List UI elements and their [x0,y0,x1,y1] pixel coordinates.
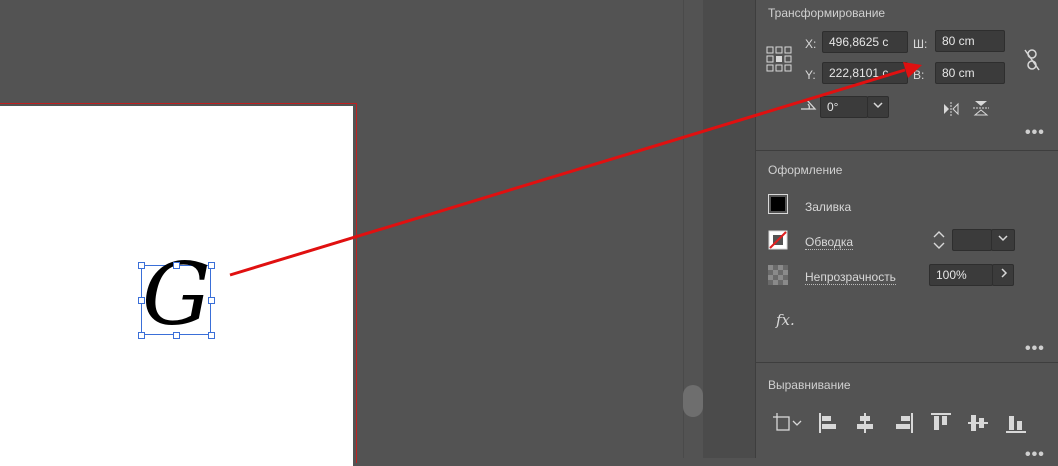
stroke-weight-stepper[interactable] [929,228,949,252]
chevron-down-icon [873,102,883,109]
stroke-weight-dropdown[interactable] [991,229,1015,251]
transform-title: Трансформирование [768,6,886,20]
align-more-icon[interactable]: ••• [1025,446,1045,464]
height-field[interactable]: 80 cm [935,62,1005,84]
align-top-icon[interactable] [930,412,952,434]
stroke-label[interactable]: Обводка [805,235,854,250]
transform-more-icon[interactable]: ••• [1025,124,1045,142]
align-to-icon[interactable] [772,412,804,434]
opacity-field[interactable]: 100% [929,264,993,286]
handle-br[interactable] [208,332,215,339]
align-horizontal-center-icon[interactable] [855,412,875,434]
handle-bc[interactable] [173,332,180,339]
align-title: Выравнивание [768,378,851,392]
align-bottom-icon[interactable] [1005,412,1027,434]
selected-glyph[interactable]: G [141,252,211,338]
handle-tl[interactable] [138,262,145,269]
chevron-down-icon [998,235,1008,242]
handle-mr[interactable] [208,297,215,304]
panel-gutter [703,0,755,458]
width-label: Ш: [913,37,928,51]
align-right-icon[interactable] [894,412,914,434]
handle-bl[interactable] [138,332,145,339]
stroke-weight-field[interactable] [952,229,992,251]
y-field[interactable]: 222,8101 с [822,62,908,84]
align-left-icon[interactable] [818,412,838,434]
fill-swatch[interactable] [768,194,788,214]
flip-vertical-icon[interactable] [972,99,990,117]
divider [755,362,1058,363]
x-field[interactable]: 496,8625 с [822,31,908,53]
flip-horizontal-icon[interactable] [942,101,960,117]
opacity-expand[interactable] [992,264,1014,286]
width-field[interactable]: 80 cm [935,30,1005,52]
constrain-proportions-icon[interactable] [1022,48,1042,72]
appearance-title: Оформление [768,163,843,177]
height-label: В: [913,68,925,82]
scrollbar-thumb[interactable] [683,385,703,417]
appearance-more-icon[interactable]: ••• [1025,340,1045,358]
chevron-right-icon [1001,268,1008,278]
x-label: X: [805,37,817,51]
opacity-icon [768,265,788,285]
handle-ml[interactable] [138,297,145,304]
effects-icon[interactable]: fx. [776,311,795,329]
fill-label: Заливка [805,200,852,214]
opacity-label[interactable]: Непрозрачность [805,270,896,285]
stroke-swatch[interactable] [768,230,788,250]
y-label: Y: [805,68,816,82]
handle-tc[interactable] [173,262,180,269]
angle-field[interactable]: 0° [820,96,868,118]
angle-dropdown[interactable] [867,96,889,118]
angle-icon [799,96,817,112]
divider [755,150,1058,151]
reference-point-icon[interactable] [766,46,792,72]
handle-tr[interactable] [208,262,215,269]
align-vertical-center-icon[interactable] [967,412,989,434]
